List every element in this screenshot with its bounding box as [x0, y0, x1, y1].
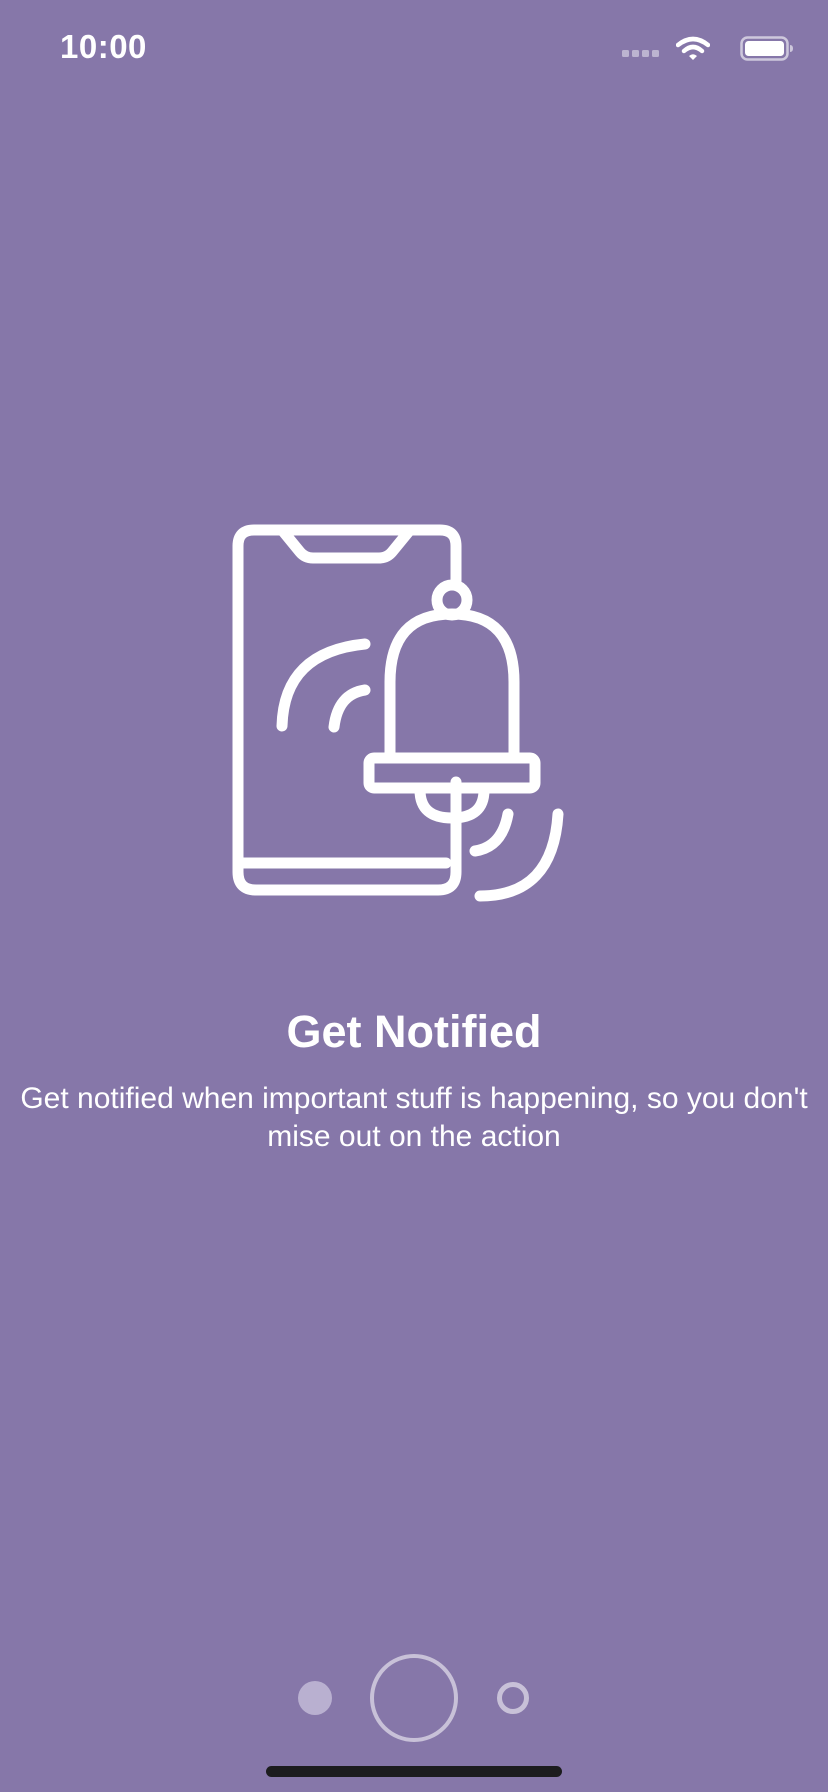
page-dot-2-current[interactable]: [370, 1654, 458, 1742]
page-dot-3[interactable]: [497, 1682, 529, 1714]
onboarding-title: Get Notified: [286, 1006, 542, 1057]
phone-bell-notification-icon: [232, 524, 564, 902]
status-time: 10:00: [60, 28, 147, 65]
wifi-icon: [676, 36, 710, 60]
onboarding-screen: 10:00 Get Notified Get notified when imp…: [0, 0, 828, 1792]
page-dot-1[interactable]: [298, 1681, 332, 1715]
battery-icon: [740, 36, 793, 61]
home-indicator[interactable]: [266, 1766, 562, 1777]
status-bar: 10:00: [0, 0, 828, 100]
onboarding-description: Get notified when important stuff is hap…: [20, 1082, 808, 1153]
cellular-signal-icon: [622, 50, 659, 57]
page-indicator: [0, 1650, 828, 1746]
